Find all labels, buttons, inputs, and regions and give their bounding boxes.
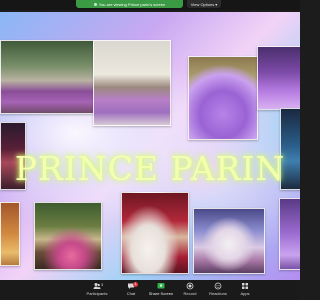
collage-photo-crowned-queen [121,192,189,274]
chat-button[interactable]: Chat 1 [116,282,146,299]
shared-screen: PRINCE PARIN [0,12,300,280]
shield-icon [93,2,97,6]
view-options-button[interactable]: View Options ▾ [187,0,221,8]
reactions-button[interactable]: Reactions [203,282,233,299]
share-screen-label: Share Screen [148,291,174,296]
chat-unread-badge: 1 [133,282,138,287]
participants-count: 3 [101,282,104,287]
participants-button[interactable]: Participants 3 [82,282,112,299]
screen-share-notice-text: You are viewing Prince parin's screen [98,1,166,7]
apps-icon [242,283,248,289]
screen-share-notice: You are viewing Prince parin's screen [76,0,183,8]
share-screen-button[interactable]: Share Screen [146,282,176,299]
slide-title: PRINCE PARIN [14,149,286,188]
record-button[interactable]: Record [175,282,205,299]
chat-label: Chat [126,291,136,296]
collage-photo-fantasy-gown [257,46,300,110]
collage-photo-terrace [93,40,171,126]
apps-button[interactable]: Apps [230,282,260,299]
collage-photo-flowers [34,202,102,270]
reactions-label: Reactions [209,291,227,296]
screen-share-top-bar: You are viewing Prince parin's screen Vi… [0,0,300,10]
record-icon [186,282,194,290]
chevron-down-icon: ▾ [215,1,218,7]
collage-photo-pageant-winners [193,208,265,274]
collage-photo-gold-dress [0,202,20,266]
apps-label: Apps [240,291,250,296]
participants-icon [93,283,101,289]
record-label: Record [183,291,197,296]
reactions-icon [214,282,222,290]
collage-photo-dancers [0,40,94,114]
collage-photo-purple-figure [279,198,300,270]
collage-photo-purple-gown [188,56,258,140]
share-screen-icon [157,283,165,289]
view-options-label: View Options [190,1,215,7]
participants-label: Participants [86,291,108,296]
meeting-toolbar: Participants 3 Chat 1 Share Screen Recor… [0,280,300,300]
